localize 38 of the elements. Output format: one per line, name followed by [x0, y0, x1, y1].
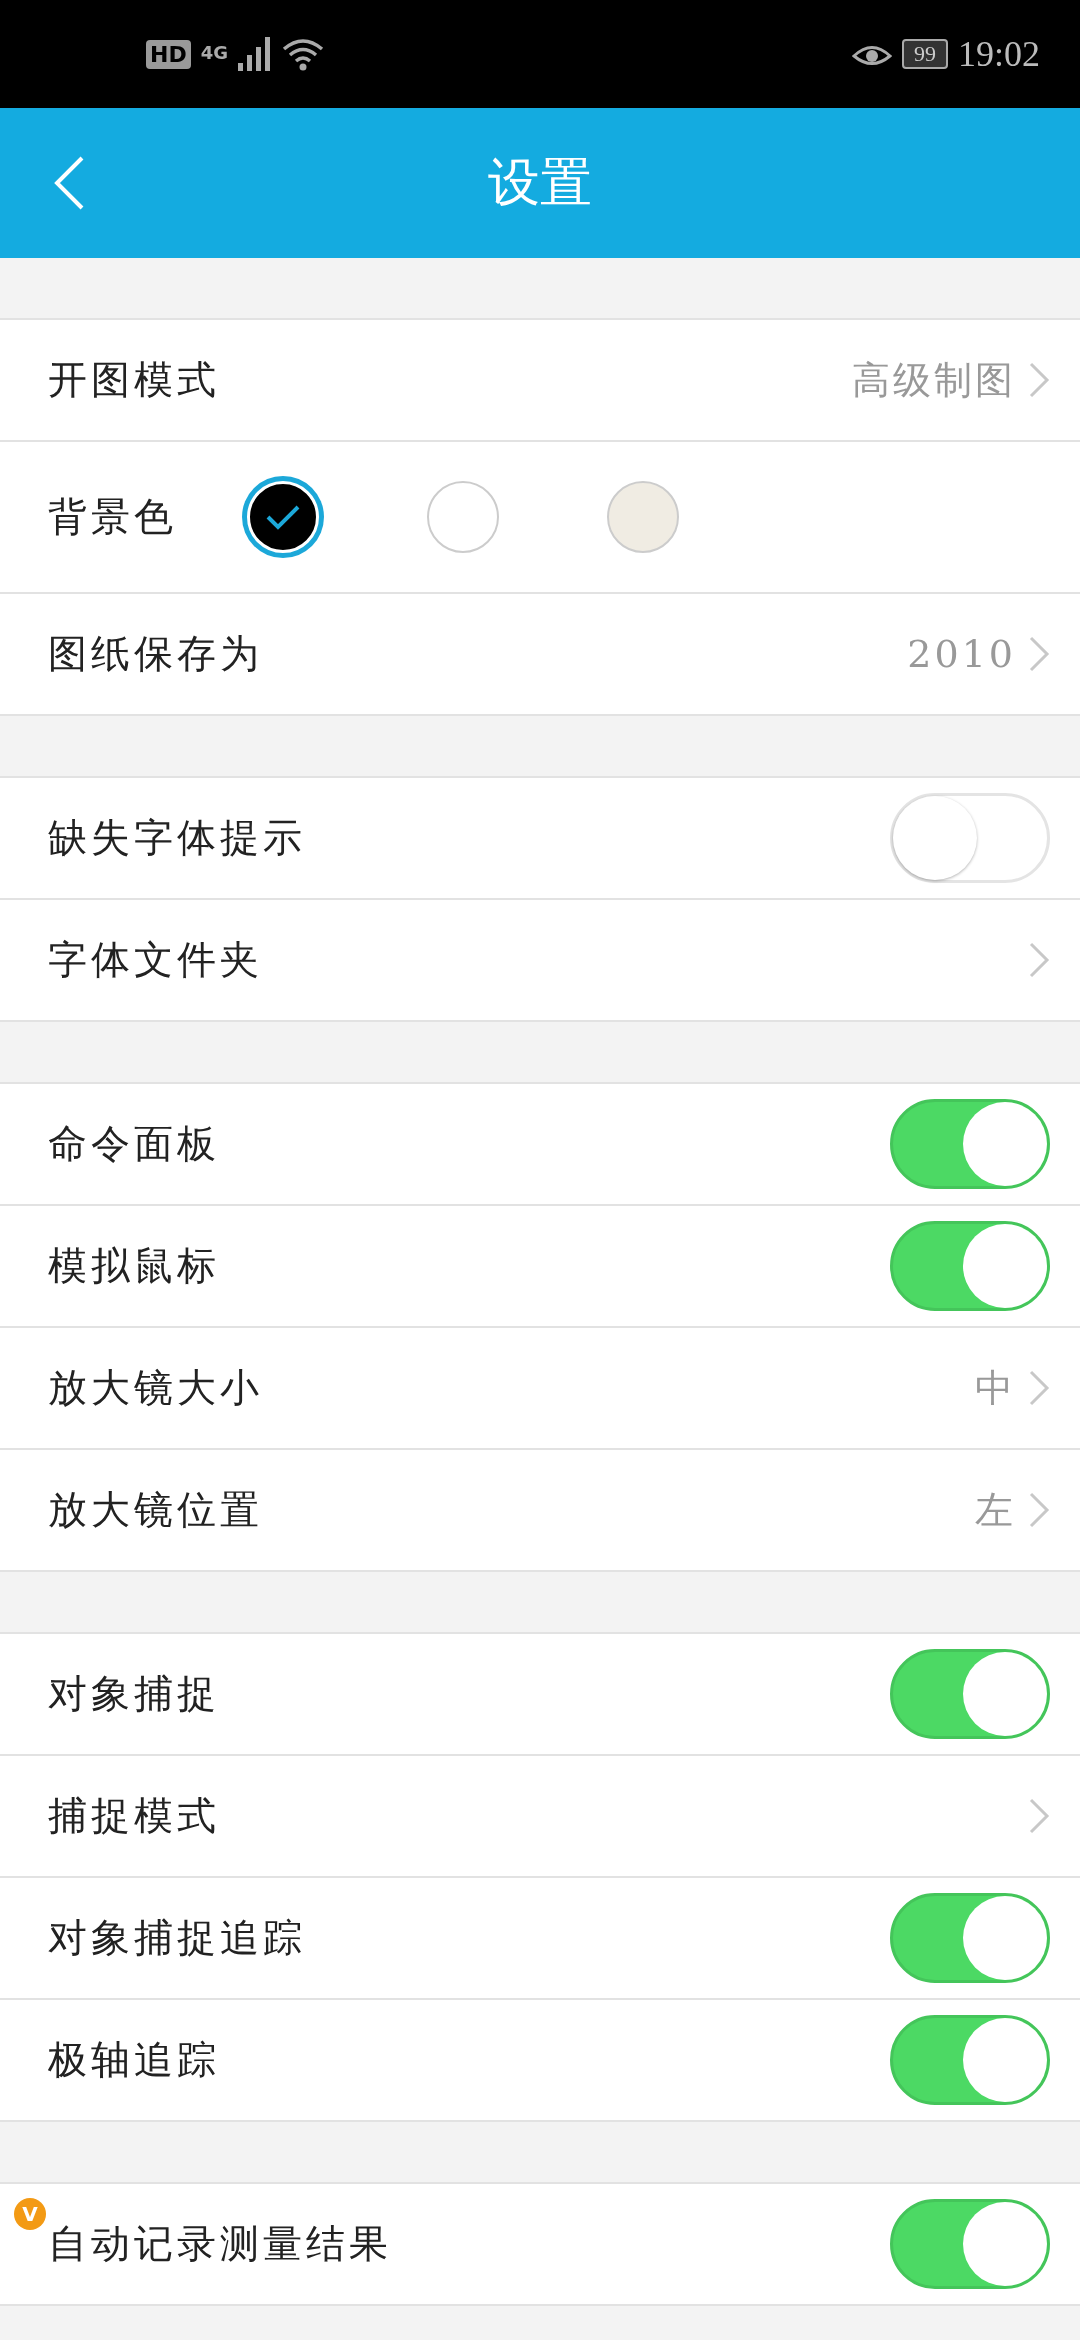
settings-row[interactable]: 模拟鼠标	[0, 1204, 1080, 1326]
setting-label: 放大镜大小	[48, 1364, 263, 1412]
page-title: 设置	[488, 151, 592, 214]
settings-row[interactable]: 开图模式 高级制图	[0, 320, 1080, 440]
settings-row[interactable]: 对象捕捉追踪	[0, 1876, 1080, 1998]
settings-row[interactable]: 字体文件夹	[0, 898, 1080, 1020]
settings-row[interactable]: 对象捕捉	[0, 1634, 1080, 1754]
settings-row[interactable]: 放大镜位置 左	[0, 1448, 1080, 1570]
settings-row[interactable]: 命令面板	[0, 1084, 1080, 1204]
setting-label: 图纸保存为	[48, 630, 263, 678]
setting-label: 对象捕捉	[48, 1670, 220, 1718]
setting-value: 高级制图	[852, 356, 1016, 404]
setting-label: 命令面板	[48, 1120, 220, 1168]
setting-label: 字体文件夹	[48, 936, 263, 984]
vip-badge: V	[14, 2198, 46, 2230]
battery-indicator: 99	[902, 39, 948, 69]
settings-row[interactable]: 极轴追踪	[0, 1998, 1080, 2120]
setting-label: 放大镜位置	[48, 1486, 263, 1534]
settings-row[interactable]: 背景色	[0, 440, 1080, 592]
setting-label: 捕捉模式	[48, 1792, 220, 1840]
setting-value: 2010	[907, 632, 1016, 676]
settings-row[interactable]: 捕捉模式	[0, 1754, 1080, 1876]
setting-label: 对象捕捉追踪	[48, 1914, 306, 1962]
setting-label: 背景色	[48, 493, 177, 541]
setting-label: 自动记录测量结果	[48, 2220, 392, 2268]
hd-icon: HD	[146, 39, 191, 69]
setting-label: 极轴追踪	[48, 2036, 220, 2084]
setting-label: 开图模式	[48, 356, 220, 404]
setting-value: 中	[975, 1364, 1016, 1412]
clock-time: 19:02	[958, 33, 1040, 75]
network-label: 4G	[200, 42, 228, 63]
settings-row[interactable]: 放大镜大小 中	[0, 1326, 1080, 1448]
setting-value: 左	[975, 1486, 1016, 1534]
setting-label: 模拟鼠标	[48, 1242, 220, 1290]
setting-label: 缺失字体提示	[48, 814, 306, 862]
settings-row[interactable]: 缺失字体提示	[0, 778, 1080, 898]
settings-row[interactable]: V 自动记录测量结果	[0, 2184, 1080, 2304]
settings-row[interactable]: 图纸保存为 2010	[0, 592, 1080, 714]
